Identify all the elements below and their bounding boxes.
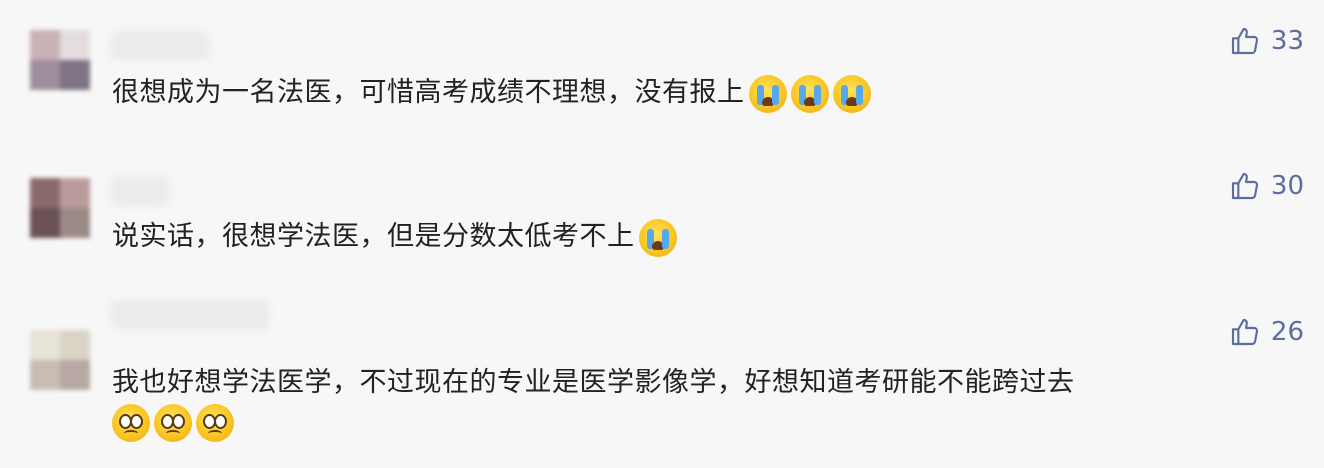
like-count: 26 bbox=[1270, 317, 1304, 347]
comment-body: 我也好想学法医学，不过现在的专业是医学影像学，好想知道考研能不能跨过去 bbox=[112, 367, 1075, 398]
pleading-face-icon bbox=[154, 404, 192, 442]
thumbs-up-icon bbox=[1231, 172, 1258, 200]
comment-body: 说实话，很想学法医，但是分数太低考不上 bbox=[112, 221, 635, 252]
avatar-tile bbox=[30, 360, 60, 390]
like-count: 33 bbox=[1270, 26, 1304, 56]
crying-face-icon bbox=[832, 74, 871, 113]
avatar[interactable] bbox=[30, 330, 90, 390]
avatar-tile bbox=[30, 30, 60, 60]
username-blurred bbox=[110, 30, 210, 60]
comment-text: 说实话，很想学法医，但是分数太低考不上 bbox=[112, 214, 677, 257]
avatar-tile bbox=[60, 208, 90, 238]
like-count: 30 bbox=[1270, 171, 1304, 201]
avatar-tile bbox=[60, 330, 90, 360]
comment-text: 很想成为一名法医，可惜高考成绩不理想，没有报上 bbox=[112, 70, 871, 113]
crying-face-icon bbox=[748, 74, 787, 113]
comment-text: 我也好想学法医学，不过现在的专业是医学影像学，好想知道考研能不能跨过去 bbox=[112, 360, 1075, 399]
avatar-tile bbox=[30, 208, 60, 238]
crying-face-icon bbox=[638, 218, 677, 257]
thumbs-up-icon bbox=[1231, 27, 1258, 55]
pleading-face-icon bbox=[112, 404, 150, 442]
username-blurred bbox=[110, 300, 270, 330]
avatar[interactable] bbox=[30, 30, 90, 90]
avatar-tile bbox=[60, 60, 90, 90]
avatar[interactable] bbox=[30, 178, 90, 238]
avatar-tile bbox=[60, 178, 90, 208]
emoji-row bbox=[112, 404, 234, 442]
like-button[interactable]: 30 bbox=[1229, 170, 1304, 202]
username-blurred bbox=[110, 176, 170, 206]
crying-face-icon bbox=[790, 74, 829, 113]
like-button[interactable]: 33 bbox=[1229, 25, 1304, 57]
avatar-tile bbox=[30, 178, 60, 208]
like-button[interactable]: 26 bbox=[1229, 316, 1304, 348]
avatar-tile bbox=[60, 30, 90, 60]
avatar-tile bbox=[30, 60, 60, 90]
thumbs-up-icon bbox=[1231, 318, 1258, 346]
avatar-tile bbox=[30, 330, 60, 360]
avatar-tile bbox=[60, 360, 90, 390]
pleading-face-icon bbox=[196, 404, 234, 442]
comment-body: 很想成为一名法医，可惜高考成绩不理想，没有报上 bbox=[112, 77, 745, 108]
